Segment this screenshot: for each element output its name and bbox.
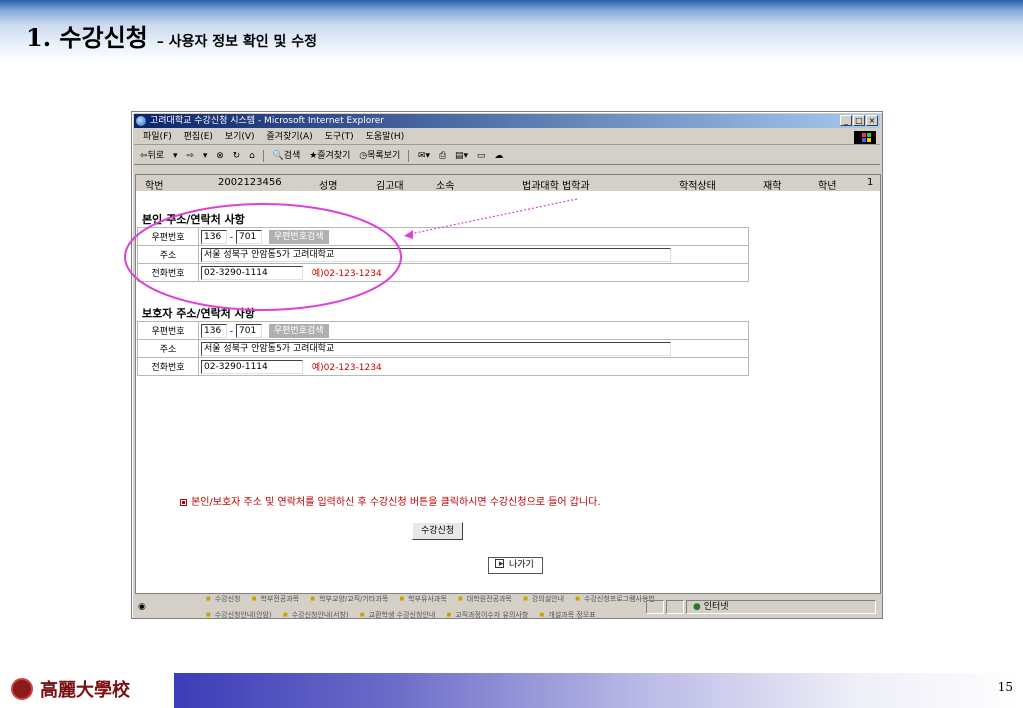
highlight-ellipse	[124, 203, 402, 311]
pointer-arrowhead	[404, 230, 413, 239]
pointer-arrow-line	[409, 198, 578, 235]
slide: 1. 수강신청 – 사용자 정보 확인 및 수정 고려대학교 수강신청 시스템 …	[0, 0, 1023, 708]
university-seal-icon	[11, 678, 33, 700]
page-number: 15	[997, 680, 1013, 694]
annotation-overlay	[124, 198, 578, 311]
university-logo-text: 高麗大學校	[40, 680, 130, 701]
footer-band	[174, 673, 1023, 708]
